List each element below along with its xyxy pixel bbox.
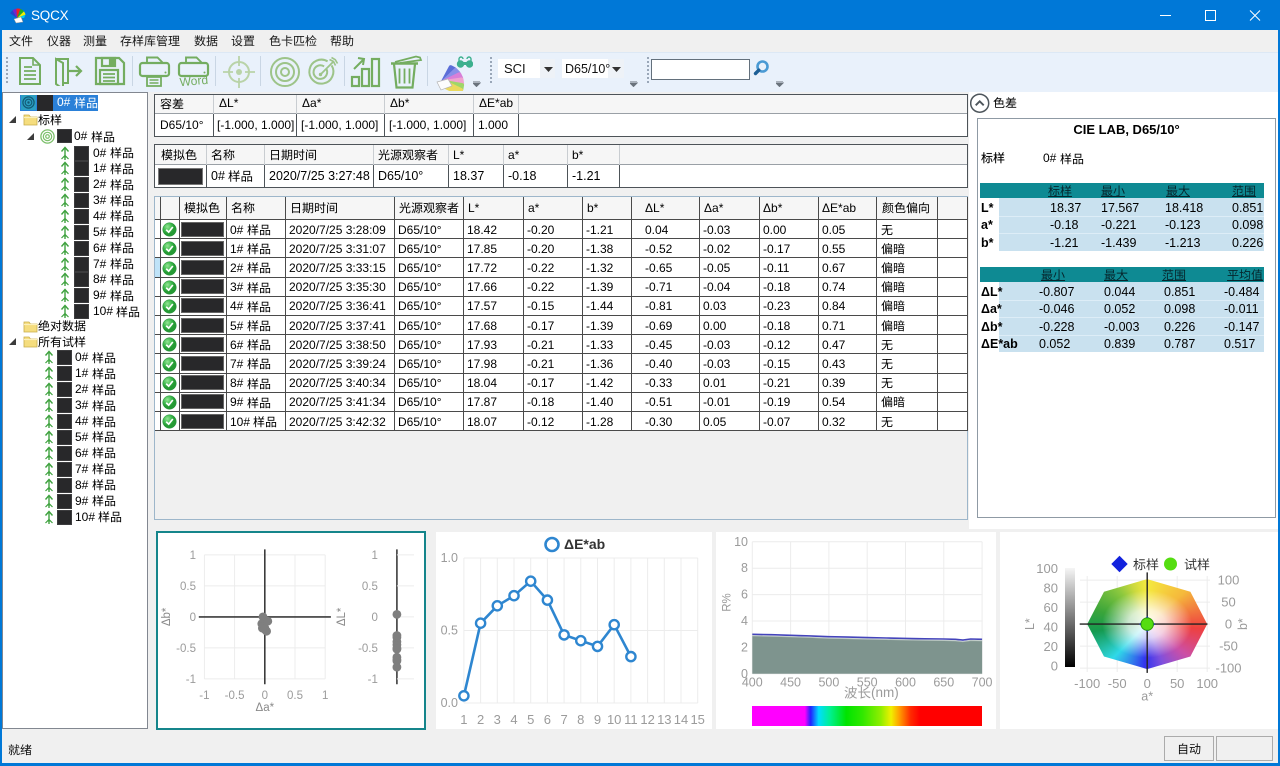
svg-text:7: 7: [560, 712, 567, 727]
svg-text:13: 13: [657, 712, 671, 727]
svg-text:0.5: 0.5: [287, 690, 303, 702]
svg-text:-1: -1: [199, 690, 209, 702]
svg-text:0: 0: [262, 690, 268, 702]
svg-text:-1: -1: [368, 674, 378, 686]
svg-text:60: 60: [1044, 600, 1058, 615]
svg-text:-100: -100: [1215, 661, 1241, 676]
svg-text:-50: -50: [1219, 639, 1238, 654]
svg-text:12: 12: [640, 712, 654, 727]
svg-text:450: 450: [780, 676, 801, 690]
svg-text:Δa*: Δa*: [256, 702, 275, 714]
svg-text:0.5: 0.5: [180, 581, 196, 593]
svg-text:2: 2: [741, 640, 748, 654]
svg-text:Word: Word: [179, 73, 209, 89]
svg-text:50: 50: [1170, 676, 1184, 691]
svg-text:6: 6: [544, 712, 551, 727]
svg-text:-0.5: -0.5: [176, 643, 196, 655]
svg-text:4: 4: [741, 614, 748, 628]
svg-text:8: 8: [577, 712, 584, 727]
svg-text:700: 700: [972, 676, 993, 690]
svg-text:-1: -1: [186, 674, 196, 686]
svg-text:3: 3: [494, 712, 501, 727]
svg-text:1: 1: [190, 550, 196, 562]
svg-text:a*: a*: [1141, 690, 1153, 704]
svg-text:0: 0: [371, 612, 377, 624]
svg-text:-0.5: -0.5: [358, 643, 378, 655]
svg-text:0.0: 0.0: [441, 696, 458, 710]
svg-text:R%: R%: [722, 593, 734, 612]
svg-text:1: 1: [322, 690, 328, 702]
svg-text:8: 8: [741, 561, 748, 575]
svg-text:b*: b*: [1236, 618, 1250, 630]
svg-text:50: 50: [1221, 595, 1235, 610]
svg-text:0: 0: [1051, 658, 1058, 673]
svg-text:6: 6: [741, 588, 748, 602]
svg-text:14: 14: [674, 712, 688, 727]
svg-text:80: 80: [1044, 581, 1058, 596]
svg-text:40: 40: [1044, 619, 1058, 634]
svg-text:15: 15: [690, 712, 704, 727]
svg-text:10: 10: [607, 712, 621, 727]
svg-text:L*: L*: [1023, 618, 1037, 630]
svg-text:500: 500: [818, 676, 839, 690]
svg-text:100: 100: [1218, 573, 1240, 588]
svg-text:10: 10: [734, 535, 748, 549]
svg-text:0.5: 0.5: [441, 624, 458, 638]
svg-text:2: 2: [477, 712, 484, 727]
svg-text:1: 1: [460, 712, 467, 727]
svg-text:0: 0: [1225, 617, 1232, 632]
svg-text:0.5: 0.5: [362, 581, 378, 593]
svg-text:11: 11: [624, 712, 638, 727]
svg-text:9: 9: [594, 712, 601, 727]
svg-text:1.0: 1.0: [441, 551, 458, 565]
svg-text:100: 100: [1036, 561, 1058, 576]
svg-text:100: 100: [1196, 676, 1218, 691]
svg-text:650: 650: [933, 676, 954, 690]
svg-text:1: 1: [371, 550, 377, 562]
svg-text:Δb*: Δb*: [161, 607, 173, 626]
svg-text:400: 400: [742, 676, 763, 690]
svg-text:-0.5: -0.5: [225, 690, 245, 702]
svg-text:-50: -50: [1108, 676, 1127, 691]
svg-text:0: 0: [190, 612, 196, 624]
svg-text:4: 4: [510, 712, 517, 727]
svg-text:5: 5: [527, 712, 534, 727]
svg-text:20: 20: [1044, 639, 1058, 654]
svg-text:ΔL*: ΔL*: [336, 607, 348, 626]
svg-text:-100: -100: [1074, 676, 1100, 691]
